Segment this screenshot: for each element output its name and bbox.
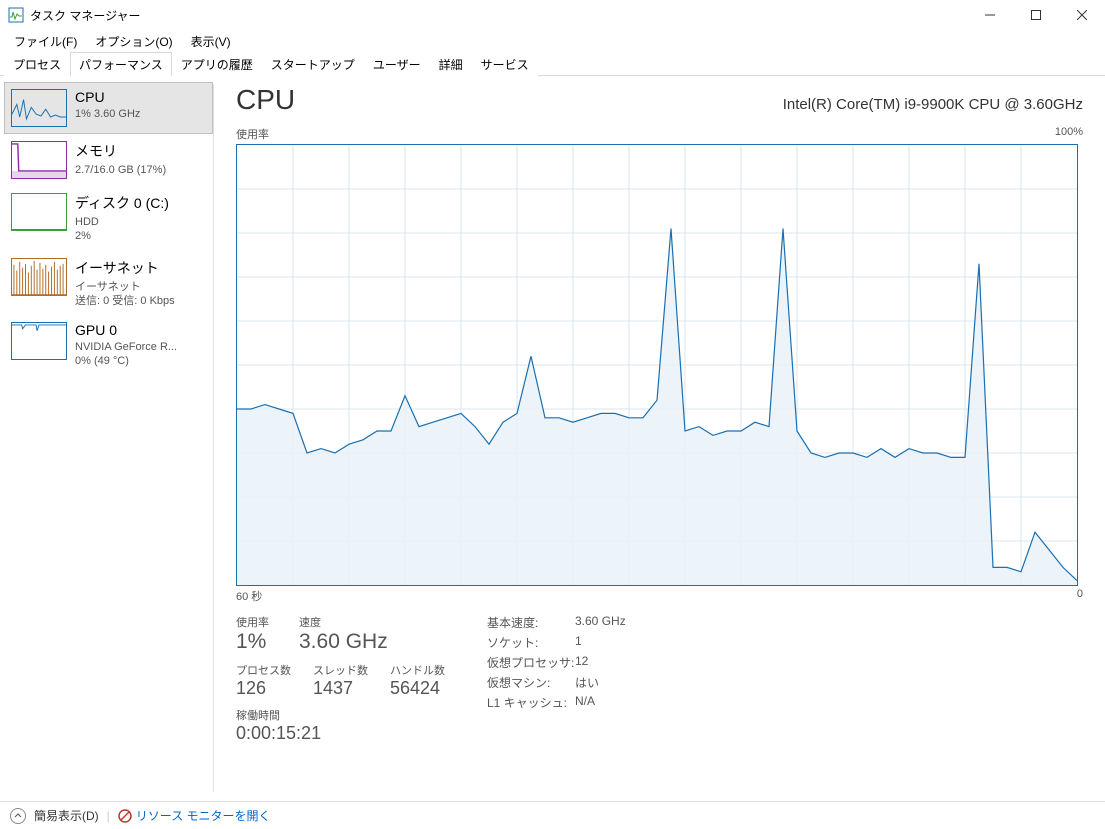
tabbar: プロセス パフォーマンス アプリの履歴 スタートアップ ユーザー 詳細 サービス xyxy=(0,52,1105,76)
sidebar-gpu-sub1: NVIDIA GeForce R... xyxy=(75,340,177,354)
page-title: CPU xyxy=(236,84,295,116)
usage-label: 使用率 xyxy=(236,614,269,630)
no-entry-icon xyxy=(118,809,132,823)
uptime-label: 稼働時間 xyxy=(236,707,445,723)
sidebar: CPU 1% 3.60 GHz メモリ 2.7/16.0 GB (17%) ディ… xyxy=(0,76,213,800)
close-button[interactable] xyxy=(1059,0,1105,30)
sidebar-item-cpu[interactable]: CPU 1% 3.60 GHz xyxy=(4,82,213,134)
fewer-details-button[interactable]: 簡易表示(D) xyxy=(34,807,99,824)
sidebar-item-disk[interactable]: ディスク 0 (C:) HDD 2% xyxy=(4,186,213,251)
uptime-value: 0:00:15:21 xyxy=(236,723,445,744)
sidebar-ethernet-sub2: 送信: 0 受信: 0 Kbps xyxy=(75,294,175,308)
sidebar-item-memory[interactable]: メモリ 2.7/16.0 GB (17%) xyxy=(4,134,213,186)
processes-label: プロセス数 xyxy=(236,662,291,678)
sockets-label: ソケット: xyxy=(487,634,575,651)
tab-services[interactable]: サービス xyxy=(472,52,538,76)
menu-options[interactable]: オプション(O) xyxy=(87,31,180,52)
chart-label-usage: 使用率 xyxy=(236,126,269,142)
speed-label: 速度 xyxy=(299,614,388,630)
tab-processes[interactable]: プロセス xyxy=(4,52,70,76)
sidebar-ethernet-name: イーサネット xyxy=(75,258,175,278)
l1-cache-label: L1 キャッシュ: xyxy=(487,694,575,711)
tab-app-history[interactable]: アプリの履歴 xyxy=(172,52,262,76)
sidebar-memory-sub: 2.7/16.0 GB (17%) xyxy=(75,163,166,177)
tab-startup[interactable]: スタートアップ xyxy=(262,52,364,76)
sidebar-disk-sub2: 2% xyxy=(75,229,169,243)
window-title: タスク マネージャー xyxy=(30,7,141,24)
app-icon xyxy=(8,7,24,23)
chart-label-0: 0 xyxy=(1077,588,1083,604)
main-panel: CPU Intel(R) Core(TM) i9-9900K CPU @ 3.6… xyxy=(214,76,1105,800)
menu-file[interactable]: ファイル(F) xyxy=(6,31,85,52)
sidebar-cpu-sub: 1% 3.60 GHz xyxy=(75,107,140,121)
open-resource-monitor-link[interactable]: リソース モニターを開く xyxy=(118,807,271,824)
virtual-machine-label: 仮想マシン: xyxy=(487,674,575,691)
sidebar-item-ethernet[interactable]: イーサネット イーサネット 送信: 0 受信: 0 Kbps xyxy=(4,251,213,316)
cpu-thumb-icon xyxy=(11,89,67,127)
virtual-processors-value: 12 xyxy=(575,654,588,671)
sidebar-disk-sub1: HDD xyxy=(75,215,169,229)
threads-label: スレッド数 xyxy=(313,662,368,678)
processes-value: 126 xyxy=(236,678,291,699)
ethernet-thumb-icon xyxy=(11,258,67,296)
sidebar-disk-name: ディスク 0 (C:) xyxy=(75,193,169,213)
window-controls xyxy=(967,0,1105,30)
tab-performance[interactable]: パフォーマンス xyxy=(70,52,172,76)
sidebar-memory-name: メモリ xyxy=(75,141,166,161)
sidebar-ethernet-sub1: イーサネット xyxy=(75,280,175,294)
threads-value: 1437 xyxy=(313,678,368,699)
menu-view[interactable]: 表示(V) xyxy=(183,31,239,52)
base-speed-label: 基本速度: xyxy=(487,614,575,631)
virtual-machine-value: はい xyxy=(575,674,599,691)
gpu-thumb-icon xyxy=(11,322,67,360)
tab-details[interactable]: 詳細 xyxy=(430,52,472,76)
sidebar-gpu-sub2: 0% (49 °C) xyxy=(75,354,177,368)
chart-label-100: 100% xyxy=(1055,126,1083,142)
base-speed-value: 3.60 GHz xyxy=(575,614,626,631)
l1-cache-value: N/A xyxy=(575,694,595,711)
sockets-value: 1 xyxy=(575,634,582,651)
minimize-button[interactable] xyxy=(967,0,1013,30)
usage-value: 1% xyxy=(236,630,269,654)
chart-label-60s: 60 秒 xyxy=(236,588,262,604)
disk-thumb-icon xyxy=(11,193,67,231)
tab-users[interactable]: ユーザー xyxy=(364,52,430,76)
sidebar-gpu-name: GPU 0 xyxy=(75,322,177,338)
handles-value: 56424 xyxy=(390,678,445,699)
cpu-usage-chart xyxy=(236,144,1078,586)
speed-value: 3.60 GHz xyxy=(299,630,388,654)
virtual-processors-label: 仮想プロセッサ: xyxy=(487,654,575,671)
chevron-up-icon[interactable] xyxy=(10,808,26,824)
maximize-button[interactable] xyxy=(1013,0,1059,30)
handles-label: ハンドル数 xyxy=(390,662,445,678)
sidebar-item-gpu[interactable]: GPU 0 NVIDIA GeForce R... 0% (49 °C) xyxy=(4,315,213,376)
cpu-model: Intel(R) Core(TM) i9-9900K CPU @ 3.60GHz xyxy=(783,96,1083,113)
titlebar: タスク マネージャー xyxy=(0,0,1105,30)
sidebar-cpu-name: CPU xyxy=(75,89,140,105)
memory-thumb-icon xyxy=(11,141,67,179)
footer: 簡易表示(D) | リソース モニターを開く xyxy=(0,801,1105,829)
menubar: ファイル(F) オプション(O) 表示(V) xyxy=(0,30,1105,52)
